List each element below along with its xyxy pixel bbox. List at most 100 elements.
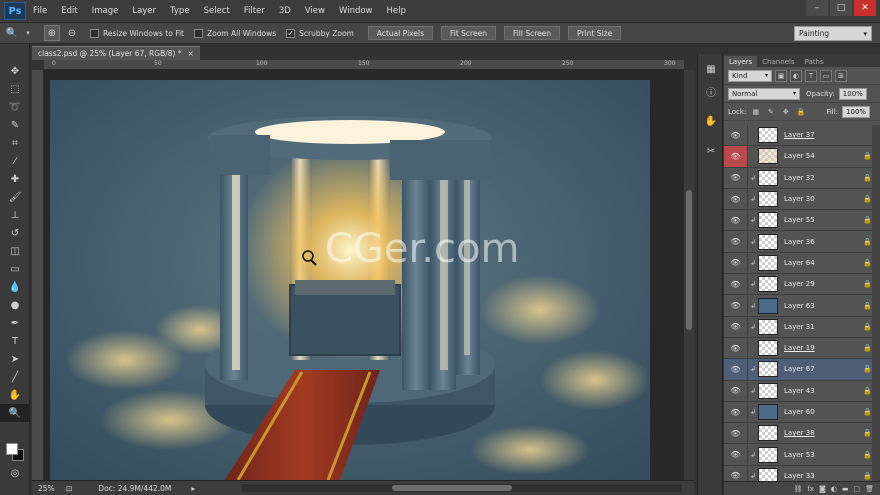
pen-tool-icon[interactable]: ✒ — [0, 314, 30, 332]
layer-name[interactable]: Layer 19 — [784, 344, 815, 352]
layer-name[interactable]: Layer 33 — [784, 472, 815, 480]
layer-name[interactable]: Layer 37 — [784, 131, 815, 139]
visibility-eye-icon[interactable]: 👁 — [724, 125, 748, 146]
layer-thumbnail[interactable] — [758, 169, 778, 186]
menu-view[interactable]: View — [298, 6, 332, 16]
layer-row[interactable]: 👁 ↲ Layer 53 🔒 — [724, 444, 880, 466]
shape-filter-icon[interactable]: ▭ — [820, 69, 832, 82]
layer-thumbnail[interactable] — [758, 446, 778, 463]
tab-channels[interactable]: Channels — [757, 56, 799, 67]
workspace-select[interactable]: Painting ▾ — [794, 26, 872, 41]
crop-tool-icon[interactable]: ⌗ — [0, 134, 30, 152]
visibility-eye-icon[interactable]: 👁 — [724, 274, 748, 295]
menu-image[interactable]: Image — [85, 6, 126, 16]
minimize-button[interactable]: – — [806, 0, 828, 16]
layer-thumbnail[interactable] — [758, 212, 778, 229]
fx-icon[interactable]: fx — [807, 485, 814, 493]
tab-paths[interactable]: Paths — [800, 56, 829, 67]
layer-thumbnail[interactable] — [758, 425, 778, 442]
checkbox-box-checked[interactable]: ✓ — [286, 28, 296, 38]
blur-tool-icon[interactable]: 💧 — [0, 278, 30, 296]
menu-edit[interactable]: Edit — [54, 6, 84, 16]
layer-thumbnail[interactable] — [758, 191, 778, 208]
layer-thumbnail[interactable] — [758, 361, 778, 378]
link-icon[interactable]: ⛓ — [793, 485, 802, 493]
actual-pixels-button[interactable]: Actual Pixels — [367, 26, 433, 40]
lock-transparency-icon[interactable]: ▦ — [750, 106, 761, 117]
eyedropper-tool-icon[interactable]: ⁄ — [0, 152, 30, 170]
layer-thumbnail[interactable] — [758, 382, 778, 399]
move-tool-icon[interactable]: ✥ — [0, 62, 30, 80]
menu-help[interactable]: Help — [380, 6, 413, 16]
layer-name[interactable]: Layer 32 — [784, 174, 815, 182]
new-layer-icon[interactable]: ▢ — [853, 485, 860, 493]
visibility-eye-icon[interactable]: 👁 — [724, 401, 748, 423]
visibility-eye-icon[interactable]: 👁 — [724, 188, 748, 210]
layer-thumbnail[interactable] — [758, 254, 778, 271]
layer-row[interactable]: 👁 Layer 37 — [724, 125, 880, 147]
menu-layer[interactable]: Layer — [125, 6, 163, 16]
type-tool-icon[interactable]: T — [0, 332, 30, 350]
layer-row[interactable]: 👁 ↲ Layer 43 🔒 — [724, 380, 880, 402]
checkbox-box[interactable] — [193, 28, 203, 38]
filter-kind-select[interactable]: Kind ▾ — [728, 69, 772, 82]
layer-thumbnail[interactable] — [758, 467, 778, 481]
tool-presets-icon[interactable]: ✂ — [698, 140, 724, 162]
visibility-eye-icon[interactable]: 👁 — [724, 210, 748, 231]
visibility-eye-icon[interactable]: 👁 — [724, 337, 748, 359]
layer-row[interactable]: 👁 ↲ Layer 36 🔒 — [724, 231, 880, 253]
zoom-tool-icon[interactable]: 🔍 — [0, 404, 30, 422]
path-select-tool-icon[interactable]: ➤ — [0, 350, 30, 368]
visibility-eye-icon[interactable]: 👁 — [724, 465, 748, 481]
document-info[interactable]: Doc: 24.9M/442.0M — [98, 484, 171, 493]
layer-name[interactable]: Layer 64 — [784, 259, 815, 267]
scroll-thumb[interactable] — [686, 190, 692, 330]
trash-icon[interactable]: 🗑 — [865, 485, 874, 493]
info-icon[interactable]: ⓘ — [698, 80, 724, 102]
visibility-eye-icon[interactable]: 👁 — [724, 380, 748, 401]
fill-screen-button[interactable]: Fill Screen — [503, 26, 561, 40]
layer-row[interactable]: 👁 Layer 19 🔒 — [724, 337, 880, 360]
visibility-eye-icon[interactable]: 👁 — [724, 146, 748, 167]
layer-thumbnail[interactable] — [758, 127, 778, 144]
brush-presets-icon[interactable]: ✋ — [698, 110, 724, 132]
status-arrow-icon[interactable]: ▸ — [191, 484, 195, 493]
layer-name[interactable]: Layer 63 — [784, 302, 815, 310]
layer-row[interactable]: 👁 ↲ Layer 67 🔒 — [724, 359, 880, 381]
line-tool-icon[interactable]: ╱ — [0, 368, 30, 386]
layer-thumbnail[interactable] — [758, 404, 778, 420]
status-share-icon[interactable]: ⊡ — [66, 484, 72, 493]
marquee-tool-icon[interactable]: ⬚ — [0, 80, 30, 98]
resize-windows-checkbox[interactable]: Resize Windows to Fit — [90, 28, 184, 38]
menu-filter[interactable]: Filter — [237, 6, 272, 16]
checkbox-box[interactable] — [90, 28, 99, 38]
close-button[interactable]: ✕ — [854, 0, 876, 16]
type-filter-icon[interactable]: T — [805, 69, 817, 82]
visibility-eye-icon[interactable]: 👁 — [724, 423, 748, 444]
layer-row[interactable]: 👁 Layer 54 🔒 — [724, 146, 880, 168]
layer-row[interactable]: 👁 ↲ Layer 31 🔒 — [724, 316, 880, 338]
quick-select-tool-icon[interactable]: ✎ — [0, 116, 30, 134]
lock-position-icon[interactable]: ✥ — [780, 106, 791, 117]
menu-type[interactable]: Type — [163, 6, 197, 16]
visibility-eye-icon[interactable]: 👁 — [724, 167, 748, 188]
layer-thumbnail[interactable] — [758, 318, 778, 335]
dropdown-arrow-icon[interactable]: ▾ — [20, 25, 36, 41]
clone-stamp-tool-icon[interactable]: ⊥ — [0, 206, 30, 224]
layer-row[interactable]: 👁 ↲ Layer 30 🔒 — [724, 188, 880, 211]
layer-row[interactable]: 👁 ↲ Layer 55 🔒 — [724, 210, 880, 232]
visibility-eye-icon[interactable]: 👁 — [724, 231, 748, 252]
layer-name[interactable]: Layer 30 — [784, 195, 815, 203]
artwork-canvas[interactable]: CGer.com — [50, 80, 650, 480]
visibility-eye-icon[interactable]: 👁 — [724, 316, 748, 337]
menu-select[interactable]: Select — [197, 6, 237, 16]
visibility-eye-icon[interactable]: 👁 — [724, 359, 748, 380]
layer-row[interactable]: 👁 ↲ Layer 32 🔒 — [724, 167, 880, 189]
print-size-button[interactable]: Print Size — [568, 26, 622, 40]
zoom-in-icon[interactable]: ⊕ — [44, 25, 60, 41]
layer-row[interactable]: 👁 Layer 38 🔒 — [724, 423, 880, 445]
layers-scrollbar[interactable] — [872, 125, 880, 481]
zoom-out-icon[interactable]: ⊖ — [64, 25, 80, 41]
adjustment-filter-icon[interactable]: ◐ — [790, 69, 802, 82]
visibility-eye-icon[interactable]: 👁 — [724, 295, 748, 316]
